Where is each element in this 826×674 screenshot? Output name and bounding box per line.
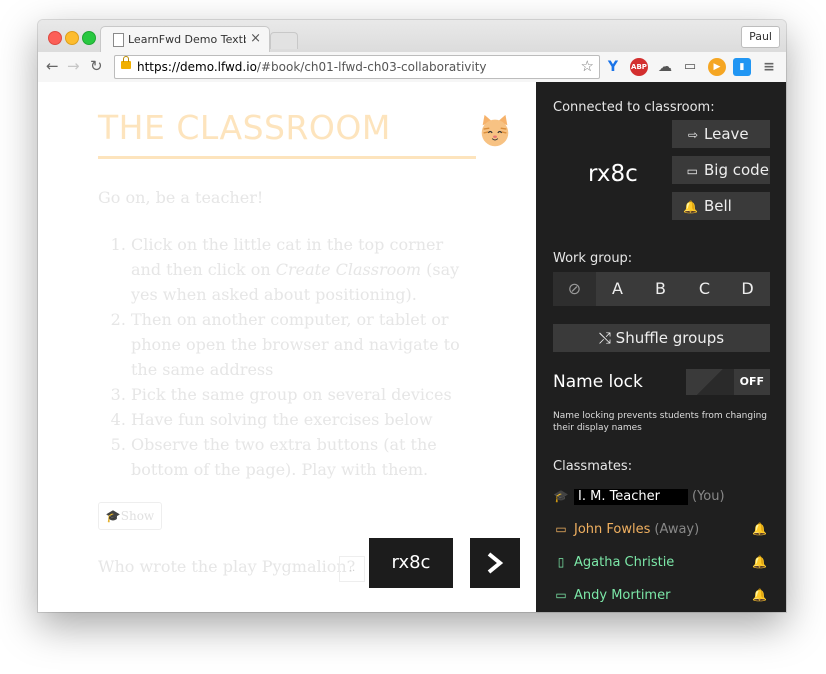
graduation-cap-icon: 🎓 <box>105 509 121 523</box>
classmate-row: ▭ John Fowles (Away) <box>553 519 699 539</box>
group-a-button[interactable]: A <box>596 272 639 306</box>
classroom-panel: Connected to classroom: rx8c ⇨ Leave ▭ Big… <box>536 82 786 612</box>
group-c-button[interactable]: C <box>683 272 726 306</box>
intro-text: Go on, be a teacher! <box>98 188 264 207</box>
reload-icon[interactable]: ↻ <box>90 57 103 75</box>
page-content: THE CLASSROOM Go on, be a teacher! Click… <box>38 82 786 612</box>
shuffle-groups-button[interactable]: ⤭ Shuffle groups <box>553 324 770 352</box>
work-group-selector: ⊘ A B C D <box>553 272 770 306</box>
name-lock-label: Name lock <box>553 372 643 392</box>
next-button[interactable] <box>470 538 520 588</box>
toolbox-icon[interactable]: ▮ <box>733 58 751 76</box>
toggle-state: OFF <box>739 375 764 388</box>
name-lock-description: Name locking prevents students from chan… <box>553 411 768 433</box>
tab-strip: LearnFwd Demo Textbook × Paul <box>38 20 786 53</box>
leave-button[interactable]: ⇨ Leave <box>672 120 770 148</box>
show-button[interactable]: 🎓Show <box>98 502 162 530</box>
group-d-button[interactable]: D <box>726 272 769 306</box>
classmate-row: ▭ Andy Mortimer <box>553 585 670 605</box>
name-lock-toggle[interactable]: OFF <box>686 369 770 395</box>
toggle-knob <box>686 369 734 395</box>
url-text: https://demo.lfwd.io/#book/ch01-lfwd-ch0… <box>137 60 487 74</box>
laptop-icon: ▭ <box>555 588 567 602</box>
classroom-code-badge[interactable]: rx8c <box>369 538 453 588</box>
minimize-window-button[interactable] <box>65 31 79 45</box>
classmate-row: ▯ Agatha Christie <box>553 552 675 572</box>
browser-toolbar: ← → ↻ https://demo.lfwd.io/#book/ch01-lf… <box>38 52 786 83</box>
document-icon <box>113 33 124 47</box>
vivaldi-v-icon[interactable]: Y <box>604 58 622 76</box>
bell-icon[interactable]: 🔔 <box>752 522 767 536</box>
list-item: Observe the two extra buttons (at the bo… <box>131 432 476 482</box>
adblock-plus-icon[interactable]: ABP <box>630 58 648 76</box>
shuffle-icon: ⤭ <box>598 329 616 347</box>
big-code-button[interactable]: ▭ Big code <box>672 156 770 184</box>
list-item: Have fun solving the exercises below <box>131 407 476 432</box>
no-group-icon[interactable]: ⊘ <box>553 272 596 306</box>
cat-icon[interactable] <box>476 112 514 150</box>
page-title: THE CLASSROOM <box>98 108 391 147</box>
browser-tab[interactable]: LearnFwd Demo Textbook × <box>100 26 270 53</box>
laptop-icon: ▭ <box>555 522 567 536</box>
graduation-cap-icon: 🎓 <box>553 489 569 503</box>
list-item: Then on another computer, or tablet or p… <box>131 307 476 382</box>
cast-icon[interactable]: ▭ <box>681 58 699 76</box>
monitor-icon: ▭ <box>686 164 698 178</box>
classmates-label: Classmates: <box>553 459 633 474</box>
lock-icon <box>121 56 131 69</box>
answer-input[interactable]: .. <box>339 556 365 582</box>
tab-title: LearnFwd Demo Textbook <box>128 33 246 46</box>
textbook-page: THE CLASSROOM Go on, be a teacher! Click… <box>38 82 536 612</box>
bookmark-star-icon[interactable]: ☆ <box>581 55 594 77</box>
back-icon[interactable]: ← <box>46 57 59 75</box>
bell-icon[interactable]: 🔔 <box>752 588 767 602</box>
list-item: Pick the same group on several devices <box>131 382 476 407</box>
classmate-self: 🎓 I. M. Teacher (You) <box>553 486 725 506</box>
chevron-right-icon <box>487 552 504 574</box>
address-bar[interactable]: https://demo.lfwd.io/#book/ch01-lfwd-ch0… <box>114 55 600 79</box>
room-code: rx8c <box>588 161 638 187</box>
browser-window: LearnFwd Demo Textbook × Paul ← → ↻ http… <box>38 20 786 612</box>
new-tab-button[interactable] <box>270 32 298 49</box>
close-window-button[interactable] <box>48 31 62 45</box>
bell-icon[interactable]: 🔔 <box>752 555 767 569</box>
close-icon[interactable]: × <box>250 31 261 46</box>
work-group-label: Work group: <box>553 251 633 266</box>
question-text: Who wrote the play Pygmalion? <box>98 557 356 576</box>
bell-icon: 🔔 <box>683 200 698 214</box>
bell-button[interactable]: 🔔 Bell <box>672 192 770 220</box>
heading-underline <box>98 156 476 159</box>
maximize-window-button[interactable] <box>82 31 96 45</box>
menu-icon[interactable]: ≡ <box>760 58 778 76</box>
sign-out-icon: ⇨ <box>687 128 698 142</box>
connected-label: Connected to classroom: <box>553 100 715 115</box>
profile-button[interactable]: Paul <box>741 26 780 48</box>
phone-icon: ▯ <box>557 555 565 569</box>
group-b-button[interactable]: B <box>639 272 682 306</box>
cloud-upload-icon[interactable]: ☁ <box>656 58 674 76</box>
display-name-input[interactable]: I. M. Teacher <box>574 489 688 505</box>
instructions-list: Click on the little cat in the top corne… <box>98 232 476 482</box>
play-icon[interactable]: ▶ <box>708 58 726 76</box>
forward-icon[interactable]: → <box>67 57 80 75</box>
list-item: Click on the little cat in the top corne… <box>131 232 476 307</box>
